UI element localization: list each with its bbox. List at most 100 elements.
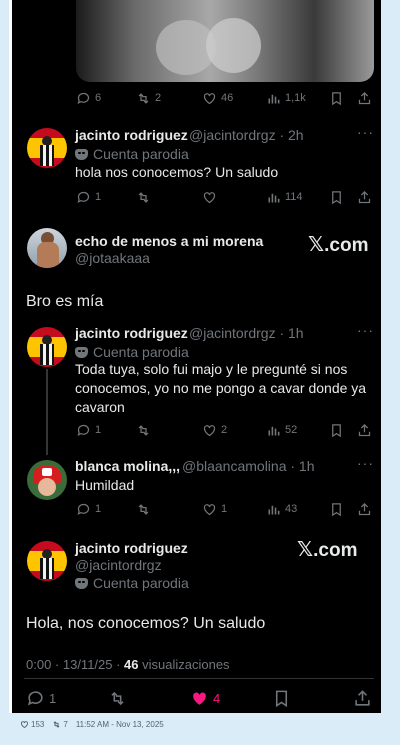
retweet-button[interactable] (136, 420, 151, 440)
mask-icon (75, 577, 88, 589)
tweet-meta: 0:00 · 13/11/25 · 46 visualizaciones (26, 657, 230, 672)
avatar[interactable] (27, 228, 67, 268)
reply-count: 1 (49, 690, 57, 706)
views-button[interactable]: 114 (266, 187, 303, 207)
retweet-button[interactable] (108, 686, 127, 710)
views-icon (268, 193, 280, 202)
reply-button[interactable]: 1 (76, 187, 101, 207)
parody-label: Cuenta parodia (75, 146, 189, 162)
parody-text: Cuenta parodia (93, 344, 189, 360)
retweet-icon (138, 92, 149, 104)
bookmark-button[interactable] (272, 686, 291, 710)
share-icon (358, 190, 371, 203)
retweet-icon (138, 191, 149, 203)
like-button[interactable]: 1 (202, 499, 227, 519)
author-handle[interactable]: @jacintordrgz · 2h (189, 127, 304, 143)
bookmark-button[interactable] (329, 187, 344, 207)
avatar[interactable] (27, 327, 67, 367)
author-handle[interactable]: @jacintordrgz · 1h (189, 325, 304, 341)
reply-icon (77, 503, 90, 515)
retweet-button[interactable] (136, 187, 151, 207)
views-button[interactable]: 43 (266, 499, 297, 519)
tweet-thread: 6 2 46 1,1k jacinto rodriguez @jacintord… (12, 0, 381, 713)
x-brand-suffix: .com (324, 235, 369, 256)
reply-icon (77, 424, 90, 436)
avatar[interactable] (27, 541, 67, 581)
tweet-text: Toda tuya, solo fui majo y le pregunté s… (75, 361, 367, 415)
reply-button[interactable]: 1 (76, 499, 101, 519)
more-options-icon[interactable]: ··· (357, 455, 374, 471)
avatar[interactable] (27, 460, 67, 500)
bookmark-button[interactable] (329, 88, 344, 108)
views-button[interactable]: 1,1k (266, 88, 306, 108)
x-logo-icon: 𝕏 (297, 537, 314, 561)
like-button[interactable]: 46 (202, 88, 233, 108)
retweet-icon (138, 424, 149, 436)
views-label: visualizaciones (138, 657, 230, 672)
parody-label: Cuenta parodia (75, 575, 189, 591)
like-button[interactable]: 2 (202, 420, 227, 440)
views-icon (268, 94, 280, 103)
like-button[interactable]: 4 (190, 686, 220, 710)
bookmark-button[interactable] (329, 420, 344, 440)
x-brand-logo: 𝕏.com (308, 232, 368, 257)
footer-retweets[interactable]: 7 (52, 720, 68, 729)
share-icon (358, 423, 371, 436)
retweet-button[interactable] (136, 499, 151, 519)
avatar[interactable] (27, 128, 67, 168)
reply-button[interactable]: 1 (76, 420, 101, 440)
author-name[interactable]: jacinto rodriguez (75, 325, 188, 341)
mask-icon (75, 148, 88, 160)
footer-likes[interactable]: 153 (20, 720, 44, 729)
reply-icon (77, 92, 90, 104)
author-name[interactable]: jacinto rodriguez (75, 540, 188, 556)
reply-count: 6 (95, 92, 102, 104)
views-count: 114 (285, 191, 303, 203)
x-brand-suffix: .com (313, 540, 358, 561)
reply-icon (27, 690, 43, 706)
tweet-media-image[interactable] (76, 0, 374, 82)
share-icon (358, 91, 371, 104)
author-handle[interactable]: @blaancamolina · 1h (182, 458, 315, 474)
like-count: 2 (221, 424, 228, 436)
like-count: 1 (221, 503, 228, 515)
bookmark-icon (332, 502, 341, 516)
views-count: 46 (124, 657, 139, 672)
views-count: 43 (285, 503, 298, 515)
author-name[interactable]: echo de menos a mi morena (75, 233, 263, 249)
heart-icon (193, 692, 206, 705)
retweet-button[interactable]: 2 (136, 88, 161, 108)
more-options-icon[interactable]: ··· (357, 124, 374, 140)
author-handle[interactable]: @jacintordrgz (75, 557, 162, 573)
like-count: 4 (213, 690, 221, 706)
footer-timestamp[interactable]: 11:52 AM - Nov 13, 2025 (76, 720, 164, 729)
views-icon (268, 505, 280, 514)
share-button[interactable] (357, 187, 372, 207)
reply1-actions: 1 114 (76, 187, 376, 207)
timestamp[interactable]: 0:00 · 13/11/25 · (26, 657, 124, 672)
reply-button[interactable]: 1 (26, 686, 56, 710)
parody-text: Cuenta parodia (93, 146, 189, 162)
bookmark-icon (275, 690, 288, 707)
author-name[interactable]: blanca molina,,, (75, 458, 180, 474)
post-footer: 153 7 11:52 AM - Nov 13, 2025 (20, 720, 164, 729)
more-options-icon[interactable]: ··· (357, 322, 374, 338)
reply-button[interactable]: 6 (76, 88, 101, 108)
share-button[interactable] (357, 420, 372, 440)
top-tweet-actions: 6 2 46 1,1k (76, 88, 376, 108)
heart-icon (203, 503, 216, 515)
share-button[interactable] (357, 88, 372, 108)
bookmark-icon (332, 91, 341, 105)
main-tweet-actions: 1 4 (12, 686, 381, 710)
retweet-icon (53, 721, 60, 728)
author-handle[interactable]: @jotaakaaa (75, 250, 150, 266)
reply-count: 1 (95, 424, 102, 436)
bookmark-button[interactable] (329, 499, 344, 519)
bookmark-icon (332, 423, 341, 437)
share-button[interactable] (353, 686, 372, 710)
share-button[interactable] (357, 499, 372, 519)
like-button[interactable] (202, 187, 217, 207)
main-tweet-text: Hola, nos conocemos? Un saludo (26, 615, 266, 632)
views-button[interactable]: 52 (266, 420, 297, 440)
author-name[interactable]: jacinto rodriguez (75, 127, 188, 143)
